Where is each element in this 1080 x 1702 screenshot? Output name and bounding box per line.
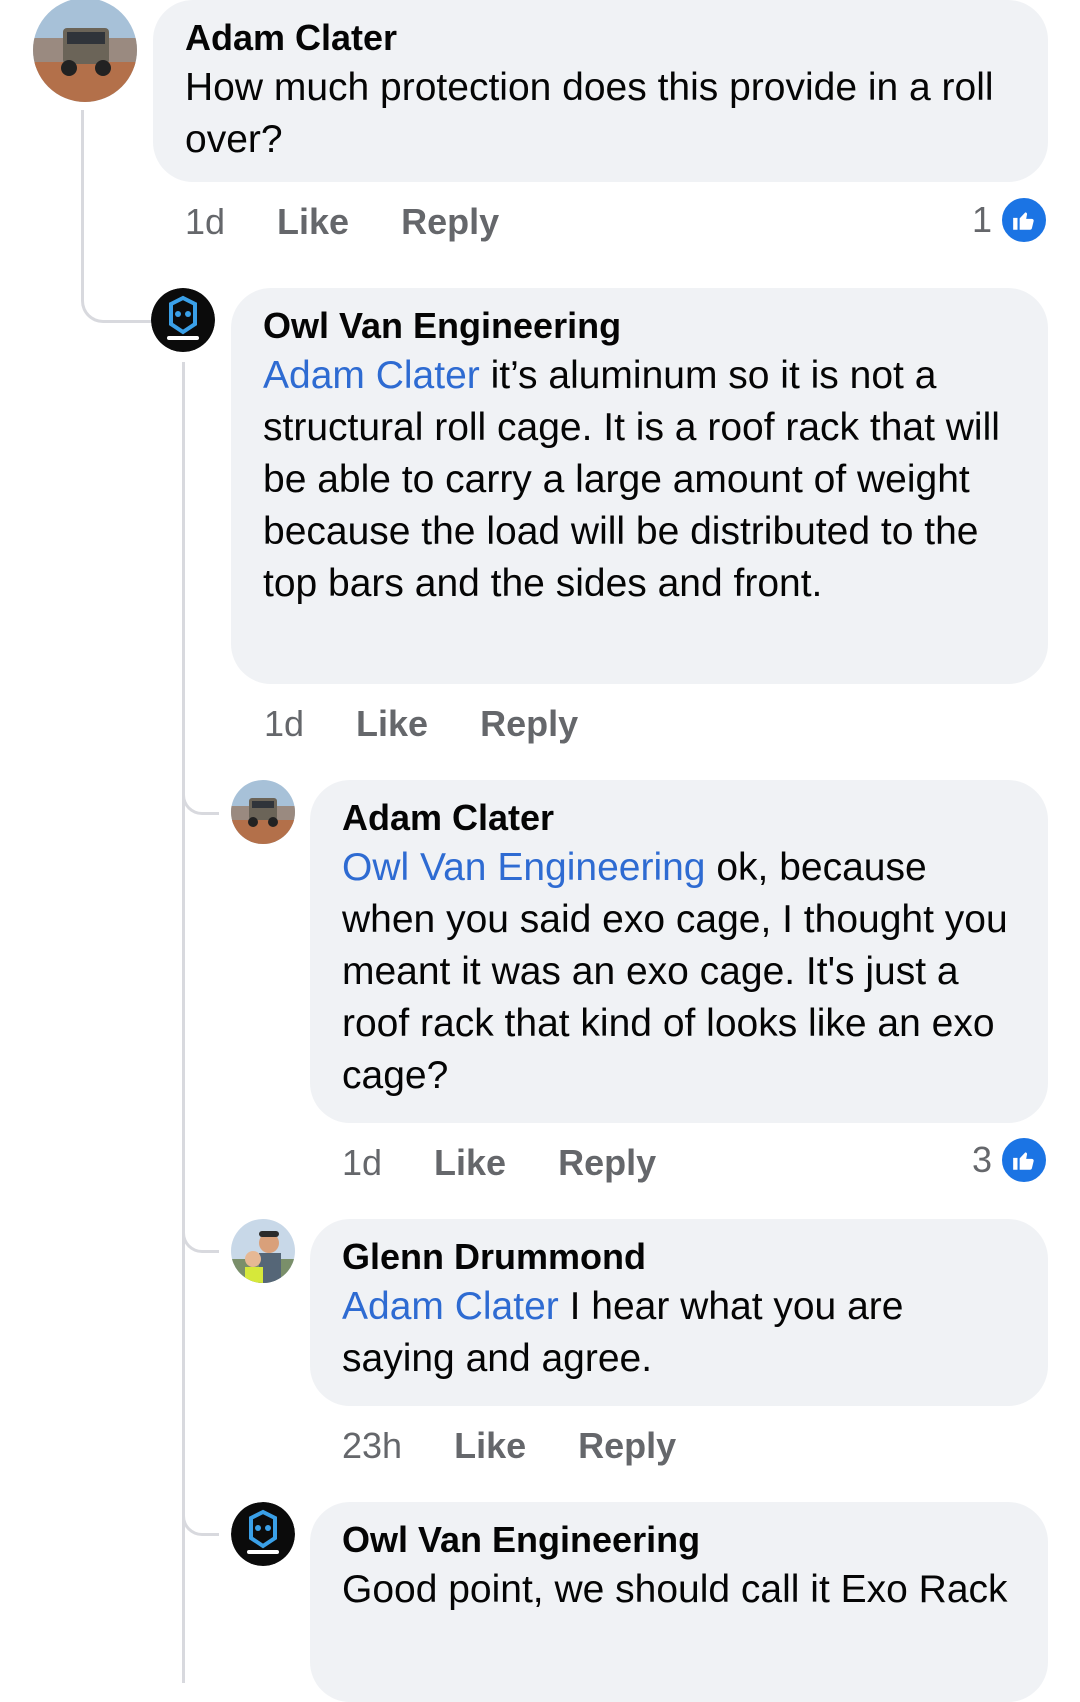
mention-link[interactable]: Adam Clater	[263, 354, 480, 397]
comment-text: Good point, we should call it Exo Rack	[342, 1564, 1016, 1616]
avatar[interactable]	[231, 1219, 295, 1283]
comment-actions: 1d Like Reply	[264, 702, 578, 746]
jeep-photo-avatar-icon	[33, 0, 137, 102]
reply-button[interactable]: Reply	[480, 702, 578, 746]
comment-bubble: Adam Clater Owl Van Engineering ok, beca…	[310, 780, 1048, 1123]
thread-connector-reply-2	[182, 1200, 219, 1253]
comment-timestamp[interactable]: 1d	[185, 200, 225, 244]
mention-link[interactable]: Adam Clater	[342, 1285, 559, 1328]
comment-bubble: Owl Van Engineering Good point, we shoul…	[310, 1502, 1048, 1702]
comment-actions: 1d Like Reply	[185, 200, 499, 244]
thumbs-up-icon	[1000, 1136, 1049, 1184]
like-button[interactable]: Like	[434, 1141, 506, 1185]
thread-connector-top-level	[81, 110, 156, 323]
comment-timestamp[interactable]: 23h	[342, 1424, 402, 1468]
owl-logo-avatar-icon	[151, 288, 215, 352]
like-button[interactable]: Like	[454, 1424, 526, 1468]
comment-text: Owl Van Engineering ok, because when you…	[342, 842, 1016, 1102]
like-button[interactable]: Like	[356, 702, 428, 746]
owl-logo-avatar-icon	[231, 1502, 295, 1566]
reply-button[interactable]: Reply	[578, 1424, 676, 1468]
comment-author[interactable]: Glenn Drummond	[342, 1233, 1016, 1281]
comment-thread: Adam Clater How much protection does thi…	[0, 0, 1080, 1702]
thread-connector-reply-3	[182, 1483, 219, 1536]
comment-author[interactable]: Owl Van Engineering	[263, 302, 1016, 350]
comment-bubble: Owl Van Engineering Adam Clater it’s alu…	[231, 288, 1048, 684]
avatar[interactable]	[231, 780, 295, 844]
avatar[interactable]	[151, 288, 215, 352]
comment-timestamp[interactable]: 1d	[264, 702, 304, 746]
reaction-summary[interactable]: 3	[972, 1136, 1049, 1184]
mention-link[interactable]: Owl Van Engineering	[342, 846, 706, 889]
comment-author[interactable]: Adam Clater	[342, 794, 1016, 842]
comment-text: Adam Clater it’s aluminum so it is not a…	[263, 350, 1016, 610]
person-photo-avatar-icon	[231, 1219, 295, 1283]
reply-button[interactable]: Reply	[401, 200, 499, 244]
comment-bubble: Glenn Drummond Adam Clater I hear what y…	[310, 1219, 1048, 1406]
comment-timestamp[interactable]: 1d	[342, 1141, 382, 1185]
comment-author[interactable]: Owl Van Engineering	[342, 1516, 1016, 1564]
jeep-photo-avatar-icon	[231, 780, 295, 844]
comment-body: How much protection does this provide in…	[185, 66, 994, 161]
comment-text: How much protection does this provide in…	[185, 62, 1016, 166]
avatar[interactable]	[231, 1502, 295, 1566]
thumbs-up-icon	[1000, 196, 1049, 244]
comment-body: Good point, we should call it Exo Rack	[342, 1568, 1008, 1611]
comment-actions: 23h Like Reply	[342, 1424, 676, 1468]
like-button[interactable]: Like	[277, 200, 349, 244]
comment-actions: 1d Like Reply	[342, 1141, 656, 1185]
reaction-count: 3	[972, 1139, 993, 1180]
thread-connector-reply-1	[182, 760, 219, 815]
avatar[interactable]	[33, 0, 137, 102]
comment-text: Adam Clater I hear what you are saying a…	[342, 1281, 1016, 1385]
reply-button[interactable]: Reply	[558, 1141, 656, 1185]
reaction-summary[interactable]: 1	[972, 196, 1049, 244]
comment-bubble: Adam Clater How much protection does thi…	[153, 0, 1048, 182]
reaction-count: 1	[972, 199, 993, 240]
comment-author[interactable]: Adam Clater	[185, 14, 1016, 62]
